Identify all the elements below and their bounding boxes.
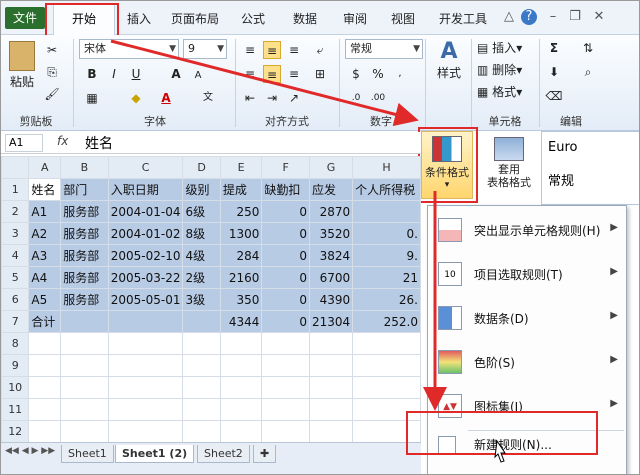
mouse-cursor-icon (494, 439, 506, 463)
annotation-arrows (110, 39, 506, 463)
arrow-home-to-cf (110, 39, 419, 127)
excel-window: 文件 开始 插入 页面布局 公式 数据 审阅 视图 开发工具 △ ? – ❐ ✕… (0, 0, 640, 475)
